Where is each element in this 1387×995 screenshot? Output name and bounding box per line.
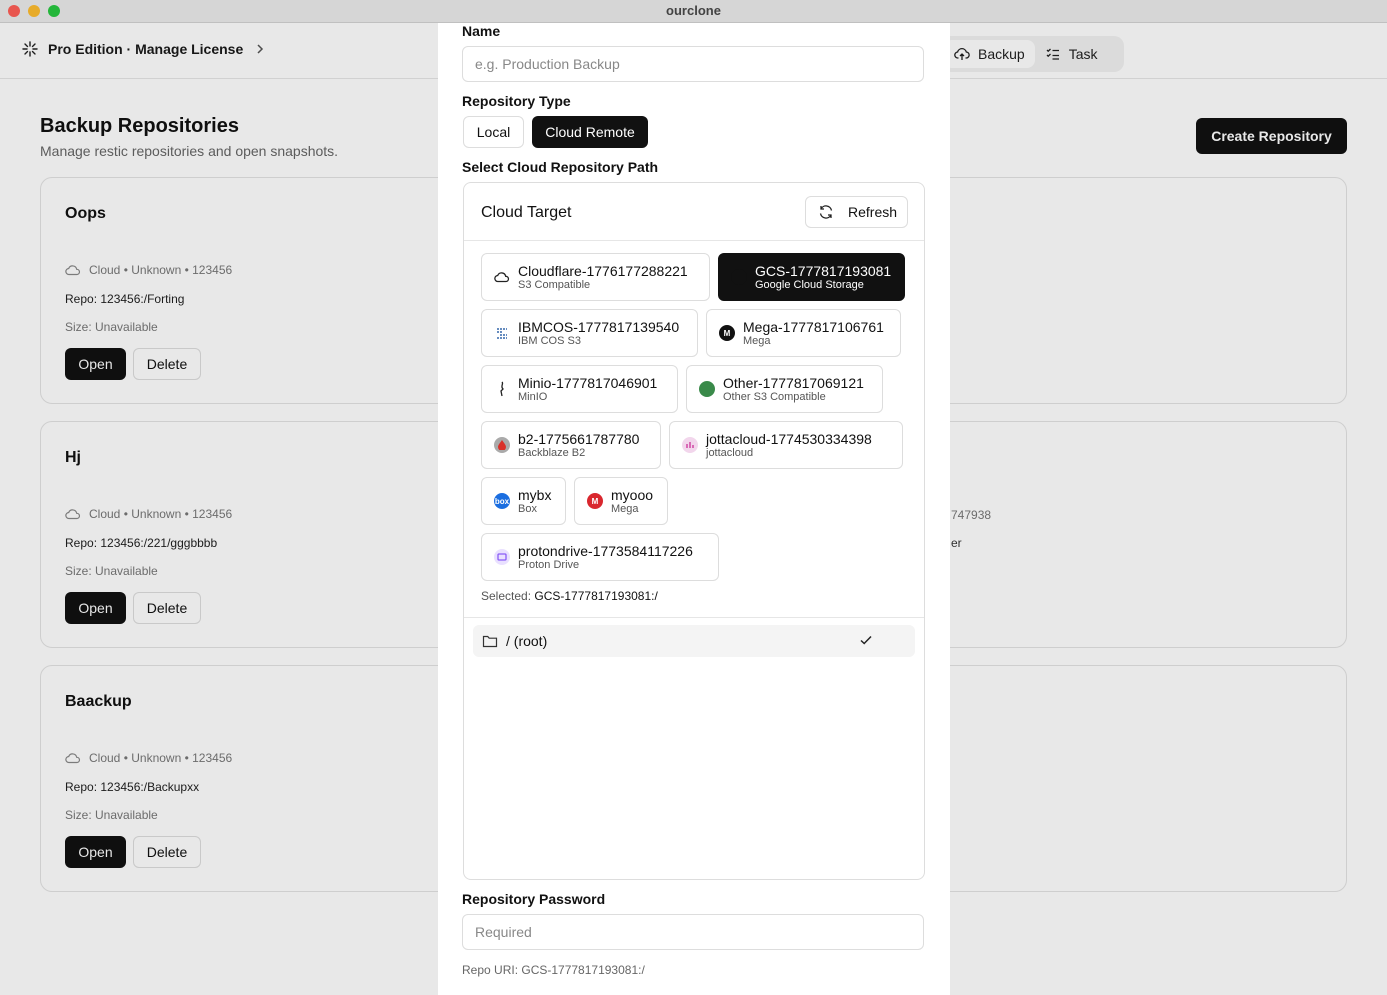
create-repository-dialog: Name Repository Type Local Cloud Remote … — [438, 23, 950, 995]
folder-row-root[interactable]: / (root) — [473, 625, 915, 657]
remote-name: b2-1775661787780 — [518, 430, 640, 447]
remote-type: MinIO — [518, 390, 548, 403]
mega-icon: M — [719, 325, 735, 341]
remote-name: IBMCOS-1777817139540 — [518, 318, 680, 335]
remote-type: Backblaze B2 — [518, 446, 586, 459]
remote-type: IBM COS S3 — [518, 334, 581, 347]
remote-type: Proton Drive — [518, 558, 580, 571]
cloud-target-header: Cloud Target Refresh — [464, 183, 924, 241]
type-cloud-remote-button[interactable]: Cloud Remote — [532, 116, 648, 148]
refresh-button[interactable]: Refresh — [805, 196, 908, 228]
remote-type: Google Cloud Storage — [755, 278, 864, 291]
backblaze-icon — [494, 437, 510, 453]
remote-name: jottacloud-1774530334398 — [706, 430, 872, 447]
remote-card-mybx[interactable]: box mybx Box — [481, 477, 566, 525]
remote-card-ibmcos[interactable]: IBMCOS-1777817139540 IBM COS S3 — [481, 309, 698, 357]
remote-card-mega[interactable]: M Mega-1777817106761 Mega — [706, 309, 901, 357]
repository-type-label: Repository Type — [462, 93, 571, 109]
remote-type: Other S3 Compatible — [723, 390, 826, 403]
cloud-target-title: Cloud Target — [481, 204, 572, 221]
remote-card-b2[interactable]: b2-1775661787780 Backblaze B2 — [481, 421, 661, 469]
folder-label: / (root) — [506, 633, 548, 649]
password-label: Repository Password — [462, 891, 606, 907]
refresh-icon — [819, 205, 833, 219]
remote-card-myooo[interactable]: M myooo Mega — [574, 477, 668, 525]
globe-icon — [699, 381, 715, 397]
remote-card-protondrive[interactable]: protondrive-1773584117226 Proton Drive — [481, 533, 719, 581]
cloud-icon — [494, 269, 510, 285]
refresh-label: Refresh — [848, 204, 898, 220]
remote-card-other[interactable]: Other-1777817069121 Other S3 Compatible — [686, 365, 883, 413]
remote-card-jottacloud[interactable]: jottacloud-1774530334398 jottacloud — [669, 421, 903, 469]
proton-drive-icon — [494, 549, 510, 565]
ibm-cos-icon — [494, 325, 510, 341]
folder-icon — [482, 635, 498, 648]
remote-name: myooo — [611, 486, 654, 503]
remote-name: Minio-1777817046901 — [518, 374, 658, 391]
remote-type: S3 Compatible — [518, 278, 591, 291]
gcs-icon — [731, 269, 747, 285]
minio-icon — [494, 381, 510, 397]
selected-remote-value: GCS-1777817193081:/ — [534, 589, 658, 603]
password-input[interactable] — [462, 914, 924, 950]
remote-name: protondrive-1773584117226 — [518, 542, 693, 559]
name-label: Name — [462, 23, 501, 39]
remote-type: Mega — [743, 334, 771, 347]
remote-name: GCS-1777817193081 — [755, 262, 892, 279]
remote-card-minio[interactable]: Minio-1777817046901 MinIO — [481, 365, 678, 413]
remote-type: Mega — [611, 502, 639, 515]
remote-name: mybx — [518, 486, 552, 503]
jottacloud-icon — [682, 437, 698, 453]
divider — [464, 617, 924, 618]
remote-type: jottacloud — [706, 446, 754, 459]
remote-name: Mega-1777817106761 — [743, 318, 884, 335]
repo-uri-text: Repo URI: GCS-1777817193081:/ — [462, 963, 645, 977]
remote-card-cloudflare[interactable]: Cloudflare-1776177288221 S3 Compatible — [481, 253, 710, 301]
type-local-button[interactable]: Local — [463, 116, 524, 148]
checkmark-icon — [860, 635, 872, 645]
remote-name: Other-1777817069121 — [723, 374, 864, 391]
cloud-path-label: Select Cloud Repository Path — [462, 159, 659, 175]
selected-prefix: Selected: — [481, 589, 535, 603]
remote-name: Cloudflare-1776177288221 — [518, 262, 688, 279]
selected-remote-line: Selected: GCS-1777817193081:/ — [481, 589, 658, 603]
name-input[interactable] — [462, 46, 924, 82]
remote-type: Box — [518, 502, 537, 515]
cloud-target-panel: Cloud Target Refresh Cloudflare-17761772… — [463, 182, 925, 880]
mega-icon: M — [587, 493, 603, 509]
box-icon: box — [494, 493, 510, 509]
remote-card-gcs[interactable]: GCS-1777817193081 Google Cloud Storage — [718, 253, 905, 301]
